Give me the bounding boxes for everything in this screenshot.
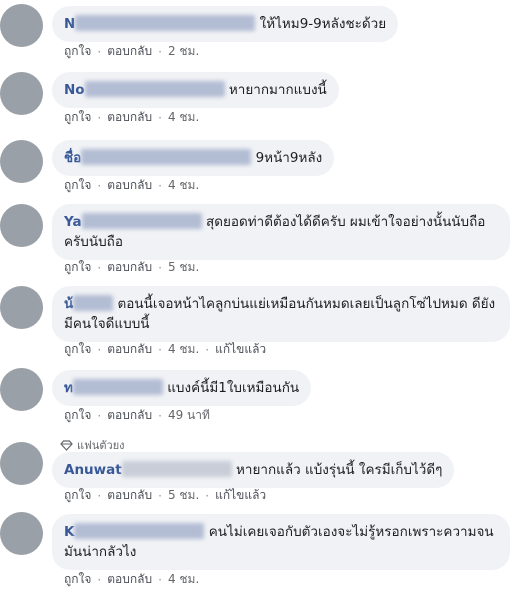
comment-actions: ถูกใจ · ตอบกลับ · 4 ชม. [64, 570, 199, 589]
timestamp[interactable]: 2 ชม. [168, 42, 199, 61]
edited-link[interactable]: แก้ไขแล้ว [215, 486, 266, 505]
commenter-name[interactable]: Anuwat [64, 462, 122, 478]
comment-bubble: No หายากมากแบงนี้ [52, 72, 339, 108]
redacted-name [72, 379, 163, 395]
comment-actions: ถูกใจ · ตอบกลับ · 5 ชม. [64, 258, 199, 277]
comment-actions: ถูกใจ · ตอบกลับ · 2 ชม. [64, 42, 199, 61]
reply-link[interactable]: ตอบกลับ [107, 406, 152, 425]
timestamp[interactable]: 5 ชม. [168, 258, 199, 277]
reply-link[interactable]: ตอบกลับ [107, 340, 152, 359]
comment-bubble: ท แบงค์นี้มี1ใบเหมือนกัน [52, 370, 312, 406]
like-link[interactable]: ถูกใจ [64, 42, 91, 61]
commenter-name[interactable]: No [64, 82, 85, 98]
comment-text: ตอนนี้เจอหน้าไคลูกบ่นแย่เหมือนกันหมดเลยเ… [64, 296, 496, 332]
diamond-icon [60, 439, 73, 451]
comment-text: 9หน้า9หลัง [255, 150, 323, 166]
commenter-name[interactable]: น้ [64, 296, 73, 312]
reply-link[interactable]: ตอบกลับ [107, 258, 152, 277]
redacted-name [81, 213, 202, 229]
reply-link[interactable]: ตอบกลับ [107, 108, 152, 127]
reply-link[interactable]: ตอบกลับ [107, 176, 152, 195]
comment-bubble: น้ ตอนนี้เจอหน้าไคลูกบ่นแย่เหมือนกันหมดเ… [52, 286, 510, 342]
avatar[interactable] [0, 204, 43, 247]
comment-bubble: Anuwat หายากแล้ว แบ้งรุ่นนี้ ใครมีเก็บไว… [52, 452, 455, 488]
like-link[interactable]: ถูกใจ [64, 108, 91, 127]
reply-link[interactable]: ตอบกลับ [107, 570, 152, 589]
avatar[interactable] [0, 368, 43, 411]
avatar[interactable] [0, 512, 43, 555]
commenter-name[interactable]: N [64, 16, 75, 32]
timestamp[interactable]: 5 ชม. [168, 486, 199, 505]
commenter-name[interactable]: ท [64, 380, 73, 396]
redacted-name [75, 15, 256, 31]
reply-link[interactable]: ตอบกลับ [107, 42, 152, 61]
like-link[interactable]: ถูกใจ [64, 258, 91, 277]
avatar[interactable] [0, 140, 43, 183]
like-link[interactable]: ถูกใจ [64, 340, 91, 359]
comment-text: ให้ไหม9-9หลังชะด้วย [259, 16, 387, 32]
avatar[interactable] [0, 4, 43, 47]
redacted-name [74, 523, 205, 539]
redacted-name [84, 81, 225, 97]
edited-link[interactable]: แก้ไขแล้ว [215, 340, 266, 359]
comment-bubble: Ya สุดยอดท่าดีต้องได้ดีครับ ผมเข้าใจอย่า… [52, 204, 510, 260]
reply-link[interactable]: ตอบกลับ [107, 486, 152, 505]
comment-bubble: N ให้ไหม9-9หลังชะด้วย [52, 6, 399, 42]
comment-text: แบงค์นี้มี1ใบเหมือนกัน [167, 380, 300, 396]
comment-bubble: K คนไม่เคยเจอกับตัวเองจะไม่รู้หรอกเพราะค… [52, 514, 510, 570]
like-link[interactable]: ถูกใจ [64, 486, 91, 505]
timestamp[interactable]: 4 ชม. [168, 570, 199, 589]
avatar[interactable] [0, 442, 43, 485]
commenter-name[interactable]: ชื่อ [64, 150, 81, 166]
commenter-name[interactable]: Ya [64, 214, 82, 230]
avatar[interactable] [0, 286, 43, 329]
timestamp[interactable]: 4 ชม. [168, 340, 199, 359]
like-link[interactable]: ถูกใจ [64, 176, 91, 195]
redacted-name [73, 295, 114, 311]
comment-actions: ถูกใจ · ตอบกลับ · 4 ชม. · แก้ไขแล้ว [64, 340, 266, 359]
comment-text: หายากแล้ว แบ้งรุ่นนี้ ใครมีเก็บไว้ดีๆ [236, 462, 443, 478]
commenter-name[interactable]: K [64, 524, 74, 540]
comment-bubble: ชื่อ 9หน้า9หลัง [52, 140, 335, 176]
comment-actions: ถูกใจ · ตอบกลับ · 5 ชม. · แก้ไขแล้ว [64, 486, 266, 505]
comment-actions: ถูกใจ · ตอบกลับ · 49 นาที [64, 406, 210, 425]
avatar[interactable] [0, 72, 43, 115]
timestamp[interactable]: 4 ชม. [168, 176, 199, 195]
comment-actions: ถูกใจ · ตอบกลับ · 4 ชม. [64, 176, 199, 195]
like-link[interactable]: ถูกใจ [64, 570, 91, 589]
timestamp[interactable]: 49 นาที [168, 406, 210, 425]
like-link[interactable]: ถูกใจ [64, 406, 91, 425]
redacted-name [81, 149, 252, 165]
comment-actions: ถูกใจ · ตอบกลับ · 4 ชม. [64, 108, 199, 127]
redacted-name [121, 461, 232, 477]
timestamp[interactable]: 4 ชม. [168, 108, 199, 127]
comment-text: หายากมากแบงนี้ [228, 82, 327, 98]
